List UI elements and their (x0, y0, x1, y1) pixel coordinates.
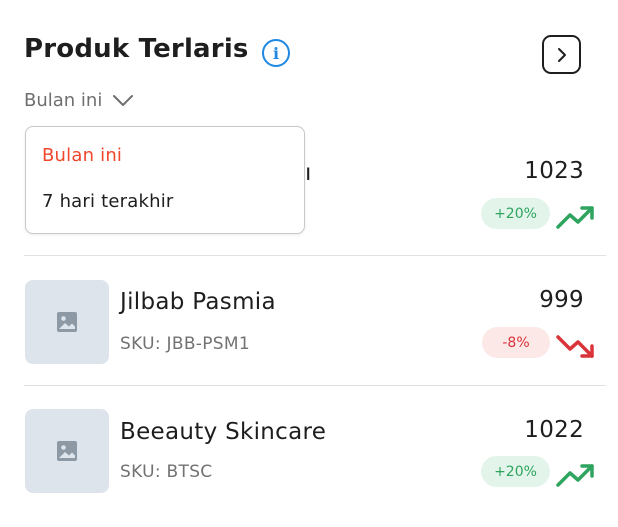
chevron-right-icon (557, 47, 566, 62)
trend-down-icon (556, 335, 594, 358)
image-placeholder-icon (57, 441, 77, 461)
product-sku: SKU: JBB-PSM1 (120, 334, 250, 354)
period-dropdown-menu: Bulan ini 7 hari terakhir (25, 126, 305, 234)
change-badge: +20% (481, 198, 550, 229)
period-option-last-7-days[interactable]: 7 hari terakhir (42, 191, 174, 212)
period-select[interactable]: Bulan ini (24, 90, 134, 111)
product-sales-count: 999 (539, 287, 584, 313)
widget-title: Produk Terlaris (24, 34, 249, 64)
image-placeholder-icon (57, 312, 77, 332)
chevron-down-icon (113, 94, 134, 106)
divider (24, 255, 606, 256)
product-thumbnail (25, 409, 109, 493)
trend-up-icon (556, 206, 594, 229)
product-sales-count: 1023 (524, 158, 584, 184)
product-name: Jilbab Pasmia (120, 289, 276, 315)
product-sku: SKU: BTSC (120, 462, 213, 482)
period-option-this-month[interactable]: Bulan ini (42, 145, 122, 166)
divider (24, 385, 606, 386)
product-name: Beeauty Skincare (120, 419, 327, 445)
next-button[interactable] (542, 35, 581, 74)
product-name-fragment: ı (305, 160, 312, 186)
change-badge: -8% (482, 327, 550, 358)
period-select-label: Bulan ini (24, 90, 103, 111)
change-badge: +20% (481, 456, 550, 487)
info-icon[interactable]: i (262, 39, 290, 67)
product-thumbnail (25, 280, 109, 364)
product-sales-count: 1022 (524, 417, 584, 443)
trend-up-icon (556, 464, 594, 487)
